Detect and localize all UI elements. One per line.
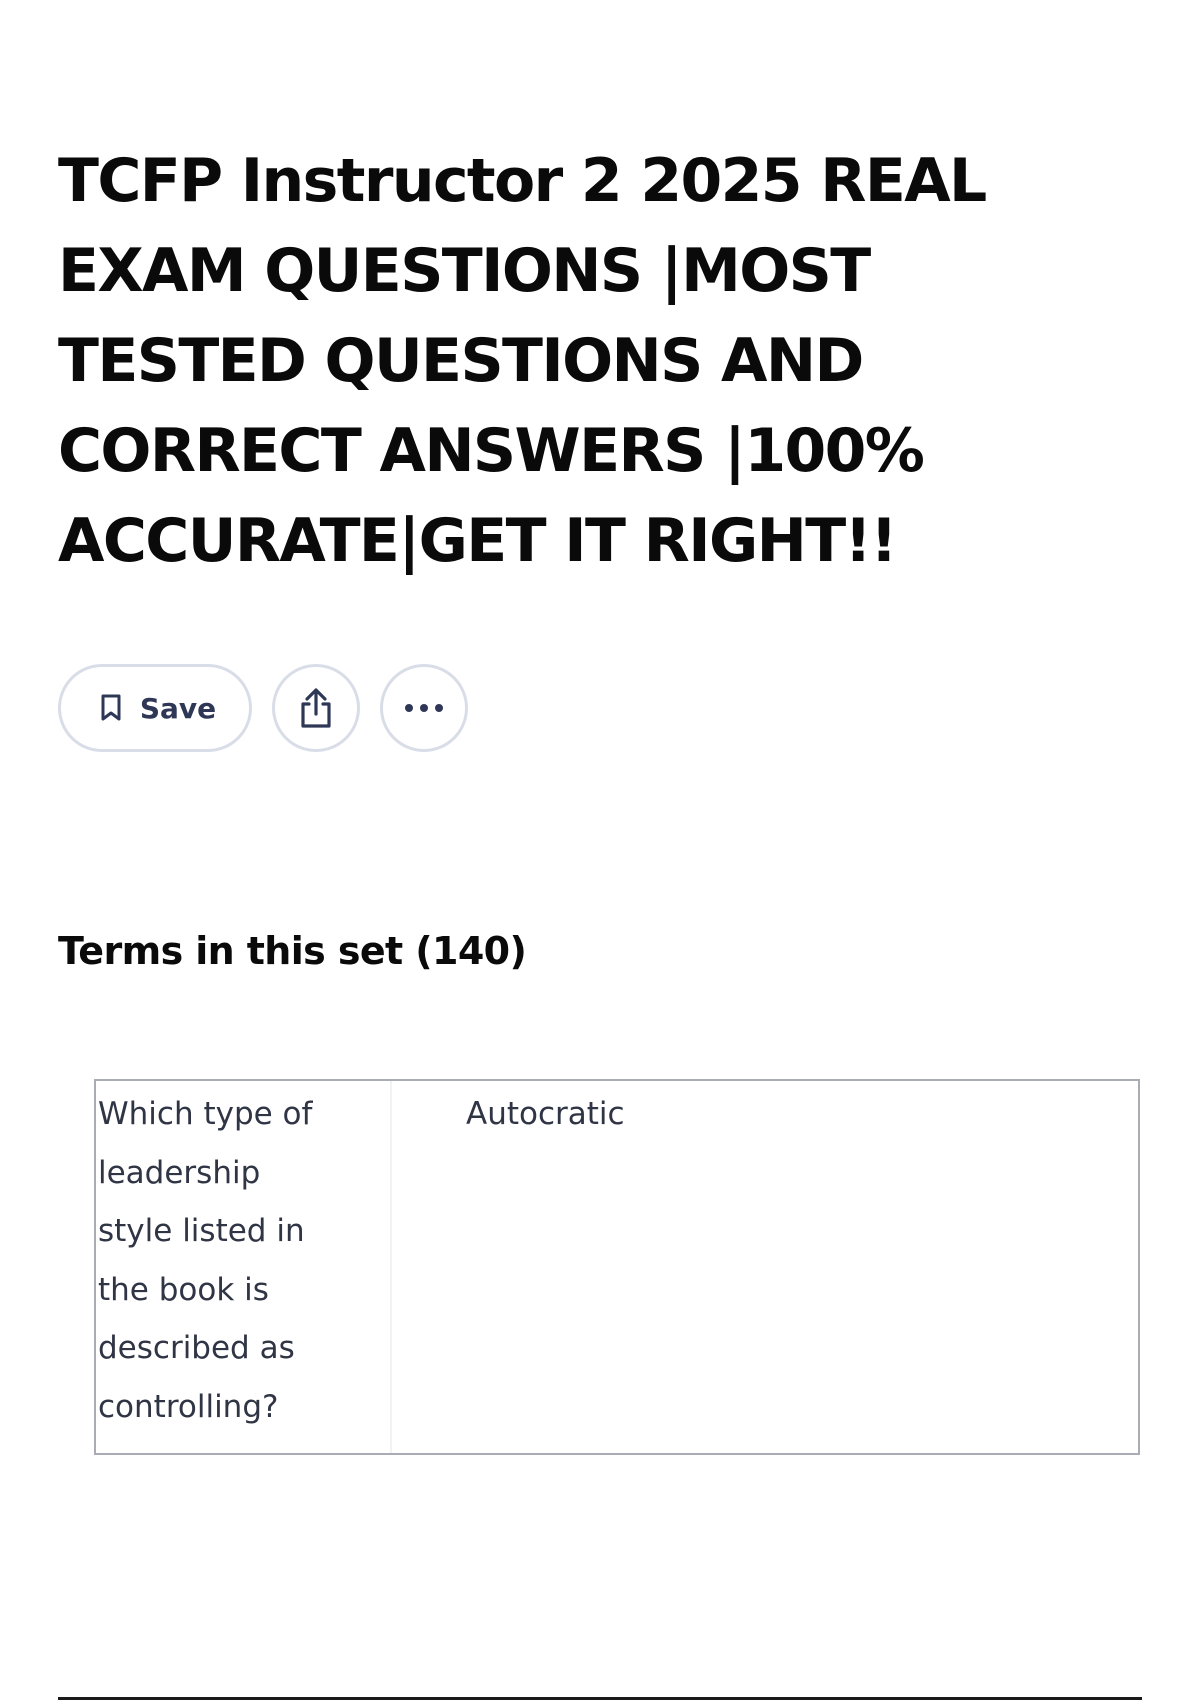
page-title: TCFP Instructor 2 2025 REAL EXAM QUESTIO…	[58, 146, 987, 576]
share-button[interactable]	[272, 664, 360, 752]
share-icon	[296, 687, 336, 729]
action-bar: Save	[58, 664, 468, 752]
definition-text: Autocratic	[466, 1096, 625, 1132]
bookmark-icon	[100, 694, 122, 722]
more-icon	[402, 702, 446, 714]
terms-heading: Terms in this set (140)	[58, 929, 527, 973]
term-text: Which type of leadership style listed in…	[96, 1081, 392, 1453]
save-button[interactable]: Save	[58, 664, 252, 752]
save-button-label: Save	[139, 691, 217, 725]
term-card: Which type of leadership style listed in…	[94, 1079, 1140, 1455]
more-options-button[interactable]	[380, 664, 468, 752]
